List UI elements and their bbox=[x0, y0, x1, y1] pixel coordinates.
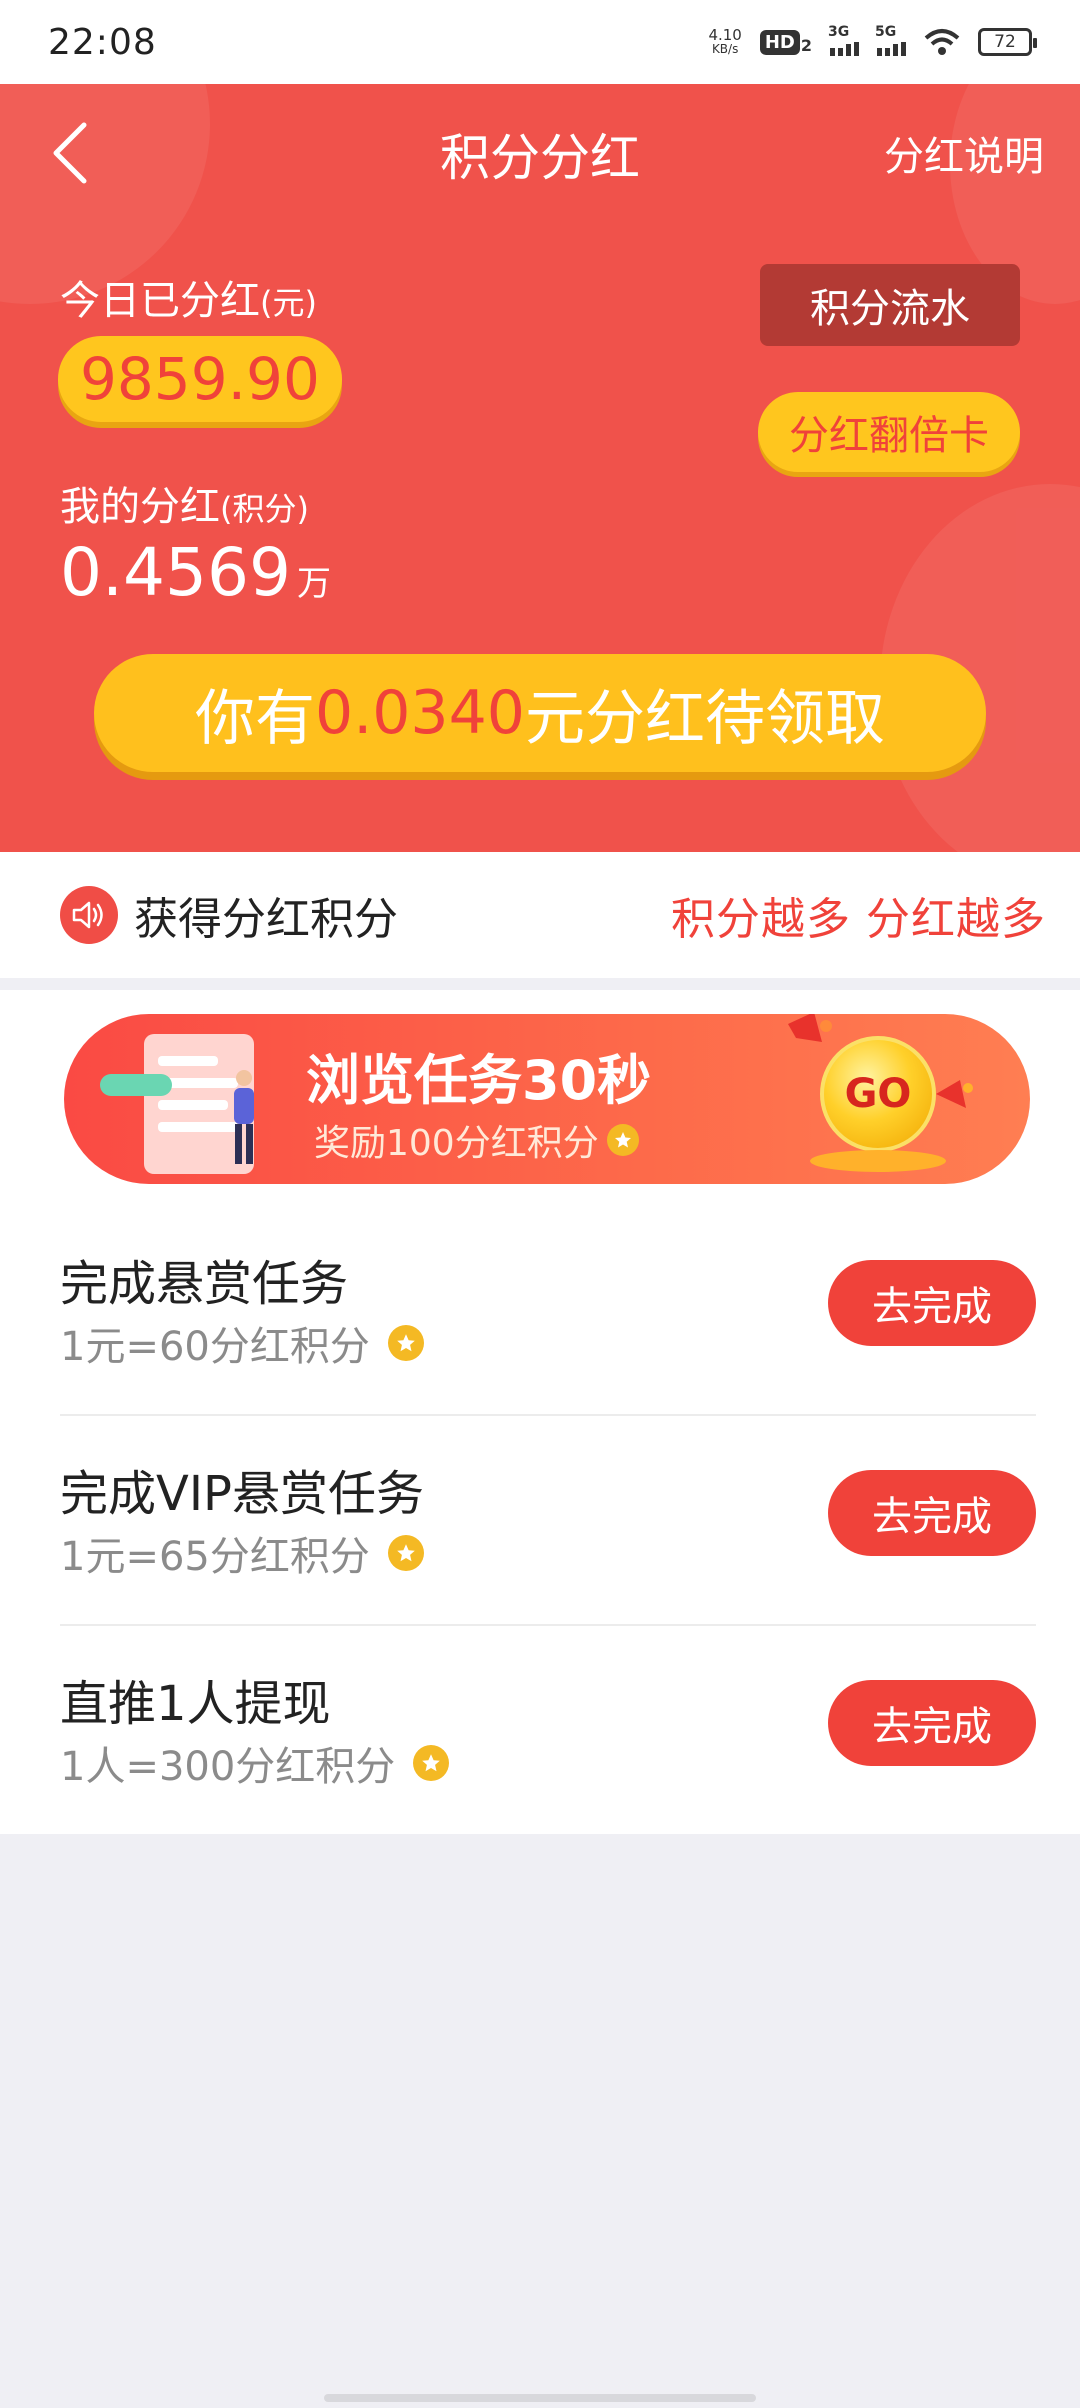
my-dividend-number-unit: 万 bbox=[296, 564, 331, 604]
net-speed: 4.10 KB/s bbox=[708, 26, 742, 57]
person-illustration bbox=[234, 1070, 254, 1164]
megaphone-small-icon bbox=[936, 1080, 973, 1108]
task-title: 完成悬赏任务 bbox=[60, 1256, 349, 1312]
task-subtitle: 1元=60分红积分 bbox=[60, 1314, 424, 1372]
net-speed-value: 4.10 bbox=[708, 26, 742, 44]
today-dividend-label-text: 今日已分红 bbox=[60, 278, 260, 324]
status-bar: 22:08 4.10 KB/s HD 2 3G 5G 72 bbox=[0, 0, 1080, 84]
task-row-vip-bounty: 完成VIP悬赏任务 1元=65分红积分 去完成 bbox=[60, 1416, 1036, 1626]
wifi-icon bbox=[924, 29, 960, 55]
notice-bar: 获得分红积分 积分越多 分红越多 bbox=[0, 852, 1080, 978]
today-dividend-value: 9859.90 bbox=[58, 336, 342, 422]
banner-subtitle-text: 奖励100分红积分 bbox=[314, 1123, 599, 1164]
task-subtitle-text: 1元=60分红积分 bbox=[60, 1324, 370, 1370]
nav-bar: 积分分红 分红说明 bbox=[0, 84, 1080, 214]
claim-dividend-button[interactable]: 你有 0.0340 元分红待领取 bbox=[94, 654, 986, 772]
today-dividend-label: 今日已分红(元) bbox=[60, 268, 317, 326]
task-subtitle-text: 1人=300分红积分 bbox=[60, 1744, 396, 1790]
task-subtitle: 1元=65分红积分 bbox=[60, 1524, 424, 1582]
hd-sub: 2 bbox=[800, 35, 812, 55]
claim-suffix: 元分红待领取 bbox=[524, 683, 885, 754]
signal-5g-icon: 5G bbox=[875, 24, 906, 56]
task-title: 直推1人提现 bbox=[60, 1676, 331, 1732]
home-indicator[interactable] bbox=[324, 2394, 756, 2402]
notice-text: 获得分红积分 bbox=[134, 894, 398, 945]
notice-slogan: 积分越多 分红越多 bbox=[671, 894, 1046, 945]
battery-icon: 72 bbox=[978, 28, 1037, 56]
page: 22:08 4.10 KB/s HD 2 3G 5G 72 积分分红 分红说明 … bbox=[0, 0, 1080, 2408]
megaphone-icon bbox=[788, 1014, 832, 1042]
hd-icon: HD 2 bbox=[759, 29, 812, 55]
my-dividend-label: 我的分红(积分) bbox=[60, 474, 309, 532]
status-icons: 4.10 KB/s HD 2 3G 5G 72 bbox=[708, 24, 1037, 57]
task-subtitle-text: 1元=65分红积分 bbox=[60, 1534, 370, 1580]
task-section: 浏览任务30秒 奖励100分红积分 GO 完成悬赏任务 1元=60分红积分 去完… bbox=[0, 990, 1080, 1834]
tag-illustration bbox=[100, 1074, 172, 1096]
my-dividend-value: 0.4569 万 bbox=[60, 534, 331, 611]
signal-3g-label: 3G bbox=[828, 24, 850, 40]
today-dividend-unit: (元) bbox=[260, 284, 317, 322]
go-coin-icon: GO bbox=[820, 1036, 936, 1152]
go-complete-button[interactable]: 去完成 bbox=[828, 1260, 1036, 1346]
go-complete-button[interactable]: 去完成 bbox=[828, 1470, 1036, 1556]
star-icon bbox=[606, 1124, 639, 1156]
my-dividend-unit: (积分) bbox=[220, 490, 309, 528]
my-dividend-label-text: 我的分红 bbox=[60, 484, 220, 530]
claim-amount: 0.0340 bbox=[315, 678, 525, 748]
signal-5g-label: 5G bbox=[875, 24, 897, 40]
star-icon bbox=[387, 1535, 424, 1571]
my-dividend-number: 0.4569 bbox=[60, 534, 291, 611]
points-flow-button[interactable]: 积分流水 bbox=[760, 264, 1020, 346]
banner-title: 浏览任务30秒 bbox=[306, 1049, 652, 1112]
dividend-rules-link[interactable]: 分红说明 bbox=[884, 124, 1044, 182]
task-row-referral: 直推1人提现 1人=300分红积分 去完成 bbox=[60, 1626, 1036, 1836]
hd-label: HD bbox=[759, 29, 800, 55]
go-label: GO bbox=[844, 1071, 912, 1117]
speaker-icon bbox=[60, 886, 118, 944]
claim-prefix: 你有 bbox=[195, 683, 316, 754]
dividend-header: 积分分红 分红说明 今日已分红(元) 9859.90 积分流水 分红翻倍卡 我的… bbox=[0, 84, 1080, 852]
net-speed-unit: KB/s bbox=[711, 42, 739, 56]
battery-level: 72 bbox=[994, 32, 1016, 52]
go-complete-button[interactable]: 去完成 bbox=[828, 1680, 1036, 1766]
task-row-bounty: 完成悬赏任务 1元=60分红积分 去完成 bbox=[60, 1206, 1036, 1416]
browse-task-banner[interactable]: 浏览任务30秒 奖励100分红积分 GO bbox=[64, 1014, 1030, 1184]
coin-base bbox=[810, 1150, 946, 1172]
task-subtitle: 1人=300分红积分 bbox=[60, 1734, 450, 1792]
star-icon bbox=[413, 1745, 450, 1781]
star-icon bbox=[387, 1325, 424, 1361]
double-card-button[interactable]: 分红翻倍卡 bbox=[758, 392, 1020, 472]
task-title: 完成VIP悬赏任务 bbox=[60, 1466, 424, 1522]
signal-3g-icon: 3G bbox=[828, 24, 859, 56]
status-time: 22:08 bbox=[48, 21, 157, 63]
banner-subtitle: 奖励100分红积分 bbox=[314, 1114, 639, 1166]
